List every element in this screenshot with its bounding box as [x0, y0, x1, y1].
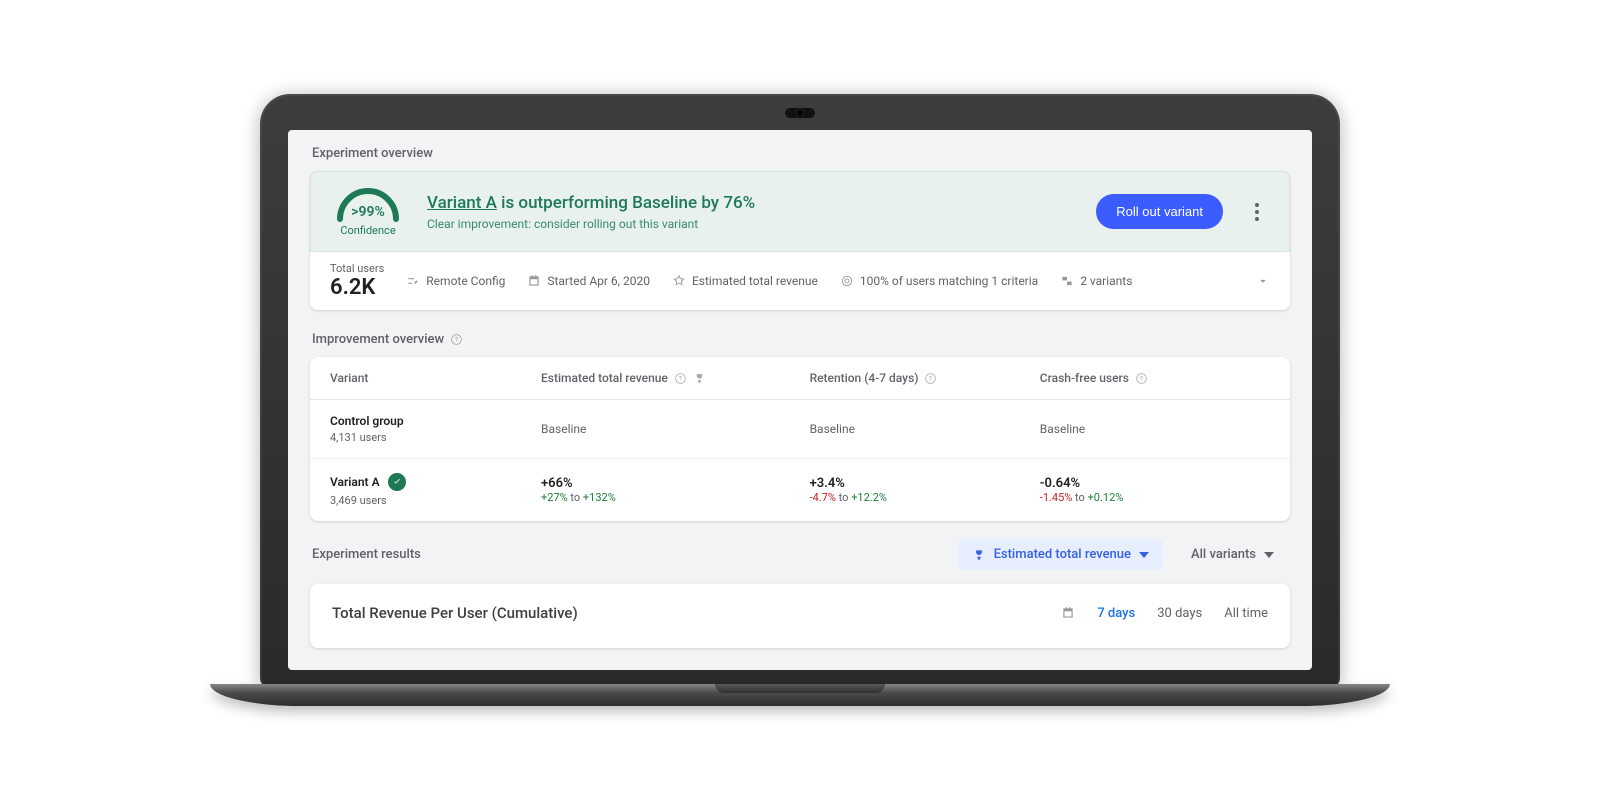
svg-text:?: ? — [1140, 375, 1143, 382]
variants-icon — [1060, 274, 1074, 288]
help-icon[interactable]: ? — [674, 372, 687, 385]
col-revenue: Estimated total revenue ? — [541, 371, 810, 385]
laptop-frame: Experiment overview >99% Confidence Vari… — [260, 94, 1340, 706]
table-row[interactable]: Variant A 3,469 users+66%+27% to +132%+3.… — [310, 459, 1290, 521]
experiment-results-title: Experiment results — [312, 547, 944, 562]
variant-name: Control group — [330, 414, 541, 428]
star-icon — [672, 274, 686, 288]
chart-card: Total Revenue Per User (Cumulative) 7 da… — [310, 584, 1290, 648]
time-range-selector: 7 days 30 days All time — [1061, 606, 1268, 621]
camera-icon — [785, 108, 815, 118]
more-menu-icon[interactable] — [1245, 203, 1269, 221]
chart-title: Total Revenue Per User (Cumulative) — [332, 604, 1061, 622]
variant-filter-dropdown[interactable]: All variants — [1177, 539, 1288, 570]
remote-config-chip: Remote Config — [406, 274, 505, 288]
caret-down-icon — [1264, 552, 1274, 558]
revenue-cell: +66%+27% to +132% — [541, 476, 810, 504]
winner-badge-icon — [388, 473, 406, 491]
started-chip: Started Apr 6, 2020 — [527, 274, 650, 288]
help-icon[interactable]: ? — [924, 372, 937, 385]
help-icon[interactable]: ? — [450, 333, 463, 346]
confidence-pct: >99% — [351, 204, 385, 220]
total-users: Total users 6.2K — [330, 262, 384, 300]
col-retention: Retention (4-7 days) ? — [810, 371, 1040, 385]
svg-text:?: ? — [679, 375, 682, 382]
improvement-overview-title: Improvement overview ? — [312, 332, 1288, 347]
bezel: Experiment overview >99% Confidence Vari… — [260, 94, 1340, 688]
revenue-chip: Estimated total revenue — [672, 274, 818, 288]
results-bar: Experiment results Estimated total reven… — [312, 539, 1288, 570]
variant-name: Variant A — [330, 473, 541, 491]
metric-filter-dropdown[interactable]: Estimated total revenue — [958, 539, 1163, 570]
svg-text:?: ? — [929, 375, 932, 382]
matching-chip: 100% of users matching 1 criteria — [840, 274, 1038, 288]
col-crashfree: Crash-free users ? — [1040, 371, 1270, 385]
range-30days[interactable]: 30 days — [1157, 606, 1202, 621]
winning-variant-link[interactable]: Variant A — [427, 193, 497, 213]
crashfree-cell: Baseline — [1040, 422, 1270, 436]
variant-users: 4,131 users — [330, 431, 541, 444]
overview-card: >99% Confidence Variant A is outperformi… — [310, 171, 1290, 310]
calendar-icon — [1061, 606, 1075, 620]
table-row[interactable]: Control group4,131 usersBaselineBaseline… — [310, 400, 1290, 459]
performance-banner: >99% Confidence Variant A is outperformi… — [310, 171, 1290, 252]
rollout-button[interactable]: Roll out variant — [1096, 194, 1223, 229]
target-icon — [840, 274, 854, 288]
calendar-icon — [527, 274, 541, 288]
caret-down-icon — [1139, 552, 1149, 558]
confidence-gauge: >99% Confidence — [331, 186, 405, 237]
range-all[interactable]: All time — [1224, 606, 1268, 621]
revenue-cell: Baseline — [541, 422, 810, 436]
help-icon[interactable]: ? — [1135, 372, 1148, 385]
banner-title: Variant A is outperforming Baseline by 7… — [427, 193, 1074, 213]
trophy-icon — [693, 372, 706, 385]
retention-cell: Baseline — [810, 422, 1040, 436]
experiment-overview-title: Experiment overview — [312, 146, 1288, 161]
confidence-label: Confidence — [331, 224, 405, 237]
variants-chip: 2 variants — [1060, 274, 1132, 288]
variant-users: 3,469 users — [330, 494, 541, 507]
chevron-down-icon[interactable] — [1256, 274, 1270, 288]
svg-text:?: ? — [455, 337, 458, 344]
crashfree-cell: -0.64%-1.45% to +0.12% — [1040, 476, 1270, 504]
range-7days[interactable]: 7 days — [1097, 606, 1135, 621]
banner-subtitle: Clear improvement: consider rolling out … — [427, 217, 1074, 231]
app-screen: Experiment overview >99% Confidence Vari… — [288, 130, 1312, 670]
retention-cell: +3.4%-4.7% to +12.2% — [810, 476, 1040, 504]
summary-row[interactable]: Total users 6.2K Remote Config Started A… — [310, 252, 1290, 310]
laptop-base — [210, 684, 1390, 706]
col-variant: Variant — [330, 371, 541, 385]
table-header: Variant Estimated total revenue ? Retent… — [310, 357, 1290, 400]
remote-config-icon — [406, 274, 420, 288]
improvement-table: Variant Estimated total revenue ? Retent… — [310, 357, 1290, 521]
trophy-icon — [972, 548, 986, 562]
